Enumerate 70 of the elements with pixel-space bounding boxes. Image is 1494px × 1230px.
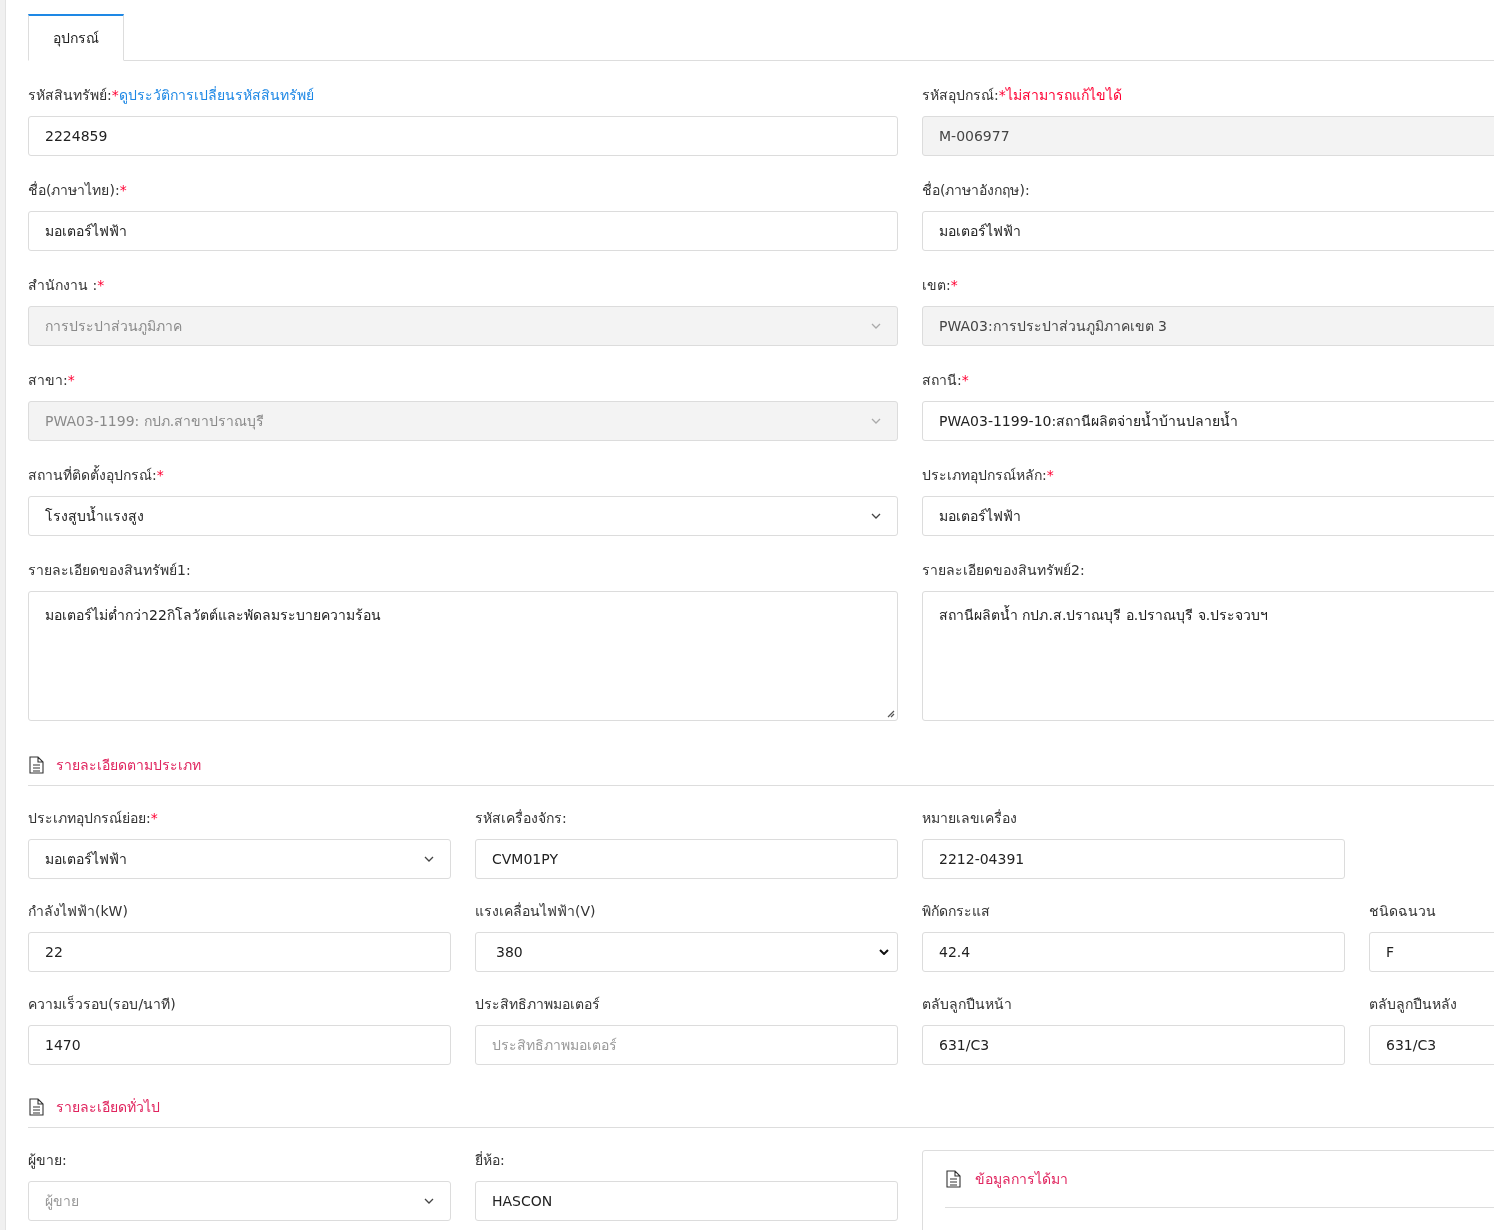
resize-grip-icon[interactable] [887,710,895,718]
input-field[interactable]: HASCON [475,1181,898,1221]
required-mark: * [67,372,75,388]
required-mark: * [97,277,105,293]
field-label: ตลับลูกปืนหลัง [1369,996,1457,1012]
field-label: สำนักงาน : [28,277,98,293]
field-label: เขต: [922,277,951,293]
text-area[interactable]: มอเตอร์ไม่ต่ำกว่า22กิโลวัตต์และพัดลมระบายความร้อน [28,591,898,721]
chevron-down-icon [871,323,881,329]
field-label: รายละเอียดของสินทรัพย์1: [28,562,191,578]
warning-note: ไม่สามารถแก้ไขได้ [1005,87,1122,103]
input-field[interactable]: F [1369,932,1494,972]
text-area[interactable]: สถานีผลิตน้ำ กปภ.ส.ปราณบุรี อ.ปราณบุรี จ.ประจวบฯ [922,591,1494,721]
field-label: ชื่อ(ภาษาไทย): [28,182,120,198]
field-label: ประสิทธิภาพมอเตอร์ [475,996,600,1012]
tab[interactable]: อุปกรณ์ [28,14,124,61]
input-field[interactable]: มอเตอร์ไฟฟ้า [922,211,1494,251]
input-field[interactable]: 22 [28,932,451,972]
required-mark: * [156,467,164,483]
select-field[interactable]: 380 [475,932,898,972]
field-label: ประเภทอุปกรณ์หลัก: [922,467,1047,483]
required-mark: * [111,87,119,103]
input-field[interactable]: มอเตอร์ไฟฟ้า [922,496,1494,536]
chevron-down-icon [424,856,434,862]
input-field[interactable]: 42.4 [922,932,1345,972]
field-label: ผู้ขาย: [28,1152,67,1168]
field-label: ความเร็วรอบ(รอบ/นาที) [28,996,176,1012]
field-label: รหัสอุปกรณ์: [922,87,999,103]
select-field[interactable]: มอเตอร์ไฟฟ้า [28,839,451,879]
required-mark: * [150,810,158,826]
document-icon [945,1170,961,1188]
input-field[interactable]: 2212-04391 [922,839,1345,879]
history-link[interactable]: ดูประวัติการเปลี่ยนรหัสสินทรัพย์ [118,87,314,103]
field-label: แรงเคลื่อนไฟฟ้า(V) [475,903,596,919]
field-label: ยี่ห้อ: [475,1152,505,1168]
field-label: กำลังไฟฟ้า(kW) [28,903,128,919]
field-label: ชนิดฉนวน [1369,903,1436,919]
field-label: ชื่อ(ภาษาอังกฤษ): [922,182,1030,198]
input-field[interactable]: 1470 [28,1025,451,1065]
field-label: รหัสเครื่องจักร: [475,810,567,826]
field-label: สถานี: [922,372,962,388]
input-field[interactable]: มอเตอร์ไฟฟ้า [28,211,898,251]
section-title: รายละเอียดตามประเภท [56,756,201,775]
document-icon [28,756,44,774]
input-field[interactable]: 631/C3 [1369,1025,1494,1065]
required-mark: * [961,372,969,388]
input-field[interactable]: CVM01PY [475,839,898,879]
field-label: พิกัดกระแส [922,903,990,919]
field-label: ตลับลูกปืนหน้า [922,996,1012,1012]
panel-title: ข้อมูลการได้มา [975,1170,1068,1190]
section-title: รายละเอียดทั่วไป [56,1097,160,1117]
input-field[interactable]: PWA03-1199-10:สถานีผลิตจ่ายน้ำบ้านปลายน้ำ [922,401,1494,441]
field-label: รายละเอียดของสินทรัพย์2: [922,562,1085,578]
field-label: รหัสสินทรัพย์: [28,87,112,103]
input-field[interactable]: 2224859 [28,116,898,156]
required-mark: * [998,87,1006,103]
select-field[interactable]: โรงสูบน้ำแรงสูง [28,496,898,536]
chevron-down-icon [871,418,881,424]
field-label: สาขา: [28,372,68,388]
field-label: ประเภทอุปกรณ์ย่อย: [28,810,151,826]
field-label: หมายเลขเครื่อง [922,810,1017,826]
input-field[interactable]: 631/C3 [922,1025,1345,1065]
required-mark: * [950,277,958,293]
required-mark: * [119,182,127,198]
chevron-down-icon [424,1198,434,1204]
required-mark: * [1046,467,1054,483]
chevron-down-icon [879,949,889,955]
chevron-down-icon [871,513,881,519]
document-icon [28,1098,44,1116]
field-label: สถานที่ติดตั้งอุปกรณ์: [28,467,157,483]
